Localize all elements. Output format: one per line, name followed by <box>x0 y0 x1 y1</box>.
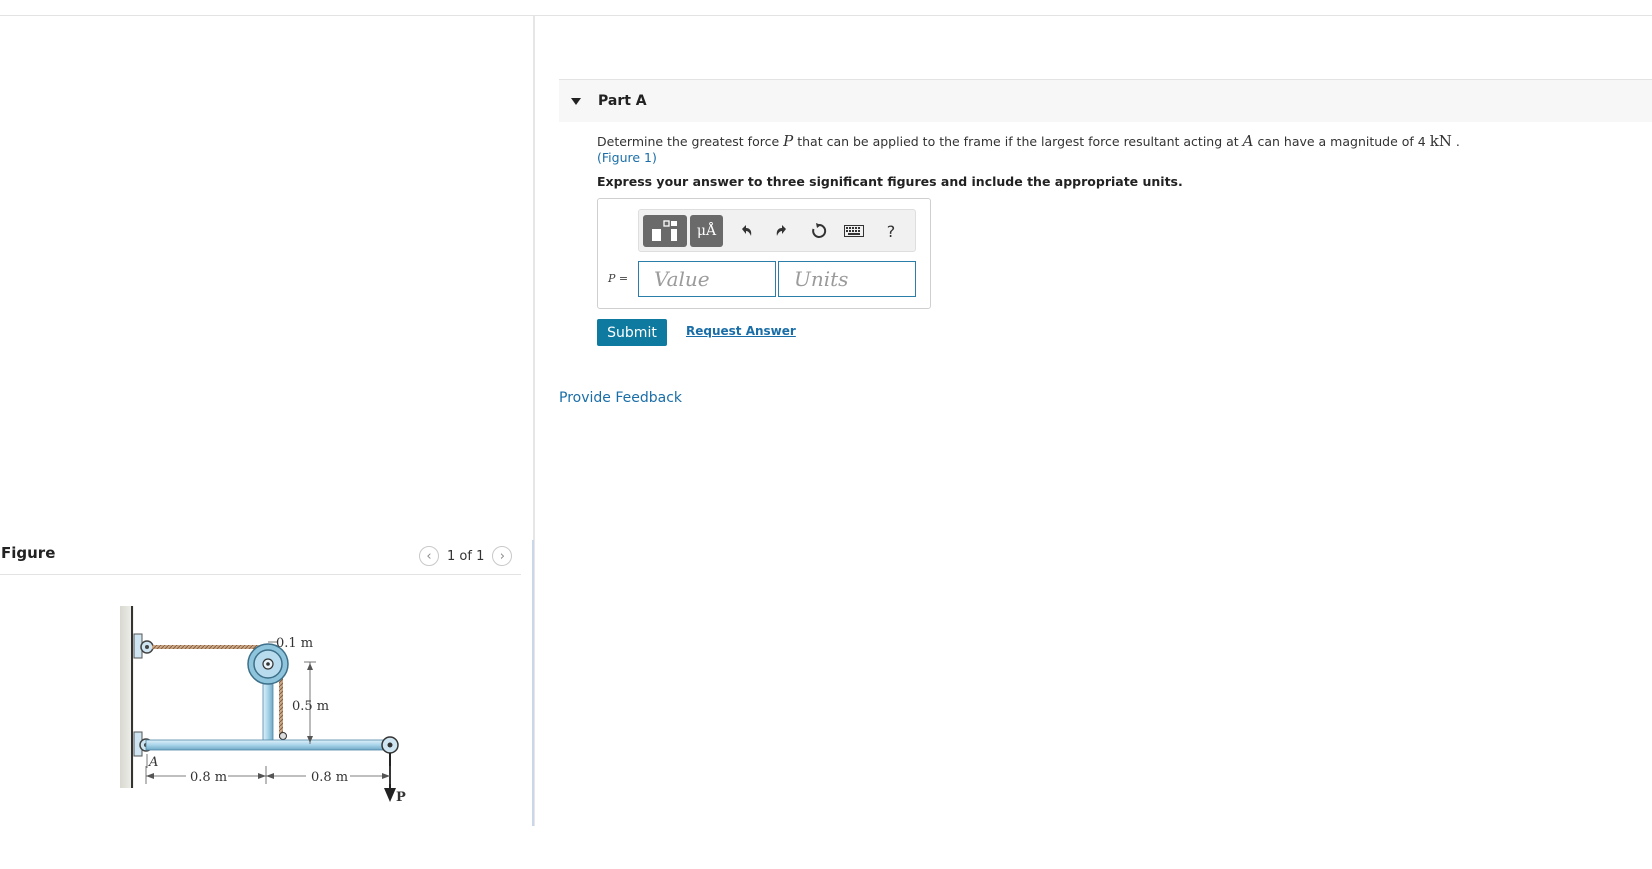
help-button[interactable]: ? <box>879 219 903 243</box>
pane-divider-accent <box>532 540 534 826</box>
chevron-left-icon[interactable]: ‹ <box>419 546 439 566</box>
figure-rule <box>0 574 521 575</box>
top-rule <box>0 15 1652 16</box>
keyboard-icon[interactable] <box>842 219 866 243</box>
answer-instruction: Express your answer to three significant… <box>597 174 1183 189</box>
question-pre: Determine the greatest force <box>597 134 784 149</box>
answer-variable-label: P = <box>608 272 628 285</box>
horizontal-cable <box>152 645 262 649</box>
wall <box>120 606 134 788</box>
right-pin <box>381 736 399 754</box>
question-var-p: P <box>783 132 794 150</box>
provide-feedback-link[interactable]: Provide Feedback <box>559 390 682 406</box>
figure-pagination: ‹ 1 of 1 › <box>419 545 513 567</box>
frame-figure: P 0.1 m 0.5 m 0.8 m 0.8 m A <box>120 606 406 805</box>
question-end: . <box>1451 134 1460 149</box>
horizontal-member <box>145 739 393 751</box>
question-text: Determine the greatest force P that can … <box>597 133 1597 166</box>
chevron-right-icon[interactable]: › <box>492 546 513 566</box>
figure-counter: 1 of 1 <box>447 548 485 564</box>
point-a-label: A <box>148 755 158 770</box>
question-post: can have a magnitude of 4 <box>1253 134 1430 149</box>
figure-link[interactable]: (Figure 1) <box>597 150 657 165</box>
cable-anchor <box>279 732 287 740</box>
undo-icon[interactable] <box>734 219 758 243</box>
answer-box: μÅ ? P = Value Units <box>597 198 931 309</box>
question-unit: kN <box>1429 132 1452 150</box>
answer-equals: = <box>615 272 629 285</box>
question-var-a: A <box>1242 132 1254 150</box>
force-p-label: P <box>396 790 406 805</box>
submit-button[interactable]: Submit <box>597 319 667 346</box>
dim-left-label: 0.8 m <box>190 770 227 785</box>
dim-vertical-label: 0.5 m <box>292 699 329 714</box>
request-answer-link[interactable]: Request Answer <box>686 324 796 338</box>
part-a-label: Part A <box>598 93 647 109</box>
units-input[interactable]: Units <box>778 261 916 297</box>
collapse-triangle-icon[interactable] <box>571 97 581 105</box>
figure-title: Figure <box>1 544 56 562</box>
redo-icon[interactable] <box>770 219 794 243</box>
reset-icon[interactable] <box>807 219 831 243</box>
dim-bottom <box>145 766 391 784</box>
part-a-header[interactable]: Part A <box>559 79 1652 122</box>
templates-icon[interactable] <box>643 215 687 247</box>
dim-right-label: 0.8 m <box>311 770 348 785</box>
value-input[interactable]: Value <box>638 261 776 297</box>
math-toolbar: μÅ ? <box>638 209 916 252</box>
question-mid: that can be applied to the frame if the … <box>793 134 1243 149</box>
units-symbol-button[interactable]: μÅ <box>690 215 723 247</box>
upper-bracket <box>133 633 154 659</box>
dim-top-label: 0.1 m <box>276 636 313 651</box>
